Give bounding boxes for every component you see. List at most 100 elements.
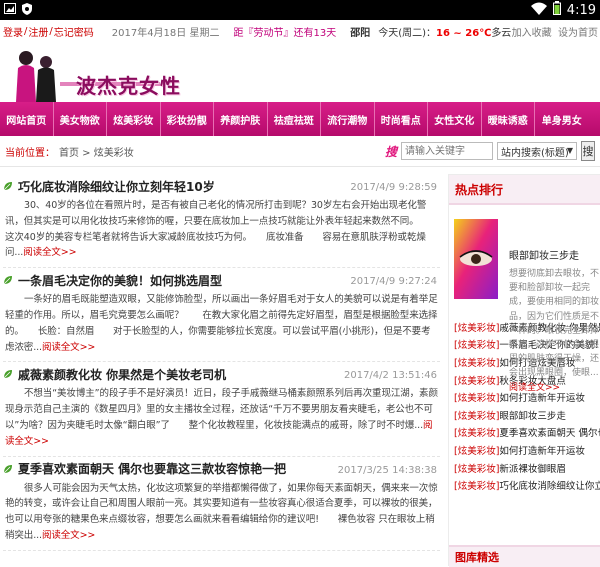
nav-home[interactable]: 网站首页 [0, 102, 54, 136]
hot-item-category[interactable]: [炫美彩妆] [454, 337, 499, 351]
featured-summary: 想要彻底卸去眼妆，不要和脸部卸妆一起完成，要使用相同的卸妆品，因为它们性质是不一… [509, 267, 600, 395]
featured-article: 眼部卸妆三步走 想要彻底卸去眼妆，不要和脸部卸妆一起完成，要使用相同的卸妆品，因… [449, 205, 600, 393]
hot-item-category[interactable]: [炫美彩妆] [454, 408, 499, 422]
banner: 波杰克女性 [0, 42, 600, 102]
hot-item-title[interactable]: 眼部卸妆三步走 [499, 408, 566, 422]
article-date: 2017/4/2 13:51:46 [343, 370, 437, 382]
weather-city: 邵阳 [350, 27, 371, 39]
search-area: 搜 站内搜索(标题)▼ 搜 [385, 140, 596, 162]
weather-prefix: 今天(周二)： [378, 27, 437, 39]
divider [0, 166, 600, 167]
status-bar: 4:19 [0, 0, 600, 20]
register-link[interactable]: 注册 [28, 24, 48, 39]
search-button[interactable]: 搜 [581, 141, 596, 161]
search-scope-select[interactable]: 站内搜索(标题) ▼ [497, 142, 578, 160]
list-item[interactable]: [炫美彩妆] 如何打造新年开运妆 [454, 441, 600, 459]
forgot-password-link[interactable]: 忘记密码 [54, 24, 94, 39]
leaf-icon [3, 464, 12, 473]
hot-item-title[interactable]: 夏季喜欢素面朝天 偶尔也要靠这 [499, 425, 600, 439]
add-favorite-link[interactable]: 加入收藏 [512, 28, 552, 39]
search-input[interactable] [401, 142, 494, 160]
nav-trends[interactable]: 流行潮物 [321, 102, 375, 136]
featured-summary-text: 想要彻底卸去眼妆，不要和脸部卸妆一起完成，要使用相同的卸妆品，因为它们性质是不一… [509, 269, 600, 379]
hot-item-category[interactable]: [炫美彩妆] [454, 461, 499, 475]
article-list: 巧化底妆消除细纹让你立刻年轻10岁 2017/4/9 9:28:59 30、40… [3, 174, 440, 551]
leaf-icon [3, 370, 12, 379]
article-date: 2017/4/9 9:28:59 [350, 182, 437, 193]
list-item: 一条眉毛决定你的美貌！如何挑选眉型 2017/4/9 9:27:24 一条好的眉… [3, 268, 440, 363]
list-item[interactable]: [炫美彩妆] 新派裸妆御眼眉 [454, 459, 600, 477]
read-more-link[interactable]: 阅读全文>> [42, 342, 95, 353]
article-title[interactable]: 戚薇素颜教化妆 你果然是个美妆老司机 [18, 366, 226, 383]
hot-item-category[interactable]: [炫美彩妆] [454, 373, 499, 387]
read-more-link[interactable]: 阅读全文>> [509, 383, 560, 393]
article-title[interactable]: 巧化底妆消除细纹让你立刻年轻10岁 [18, 178, 215, 195]
nav-skincare[interactable]: 养颜护肤 [214, 102, 268, 136]
list-item[interactable]: [炫美彩妆]巧化底妆消除细纹让你立刻年轻10岁 [454, 476, 600, 494]
main-nav: 网站首页 美女物欲 炫美彩妆 彩妆扮靓 养颜护肤 祛痘祛斑 流行潮物 时尚看点 … [0, 102, 600, 136]
status-time: 4:19 [566, 2, 596, 18]
hot-item-title[interactable]: 新派裸妆御眼眉 [499, 461, 566, 475]
nav-singles[interactable]: 单身男女 [535, 102, 589, 136]
nav-fashion[interactable]: 时尚看点 [375, 102, 428, 136]
wifi-icon [530, 2, 547, 19]
nav-acne[interactable]: 祛痘祛斑 [268, 102, 321, 136]
nav-makeup[interactable]: 炫美彩妆 [107, 102, 161, 136]
login-link[interactable]: 登录 [3, 24, 23, 39]
hot-item-category[interactable]: [炫美彩妆] [454, 425, 499, 439]
hot-item-title[interactable]: 巧化底妆消除细纹让你立刻年轻10岁 [499, 478, 600, 492]
list-item: 戚薇素颜教化妆 你果然是个美妆老司机 2017/4/2 13:51:46 不想当… [3, 362, 440, 457]
nav-culture[interactable]: 女性文化 [428, 102, 482, 136]
article-title[interactable]: 夏季喜欢素面朝天 偶尔也要靠这三款妆容惊艳一把 [18, 460, 286, 477]
shield-icon [22, 2, 32, 18]
read-more-link[interactable]: 阅读全文>> [42, 530, 95, 541]
featured-eye-makeup-image[interactable] [454, 219, 498, 299]
article-summary: 不想当“美妆博主”的段子手不是好演员！近日，段子手戚薇继马桶素颜照系列后再次重现… [3, 386, 440, 455]
current-date: 2017年4月18日 星期二 [111, 27, 220, 39]
battery-icon [552, 1, 561, 19]
separator: / [49, 25, 53, 37]
search-logo-icon: 搜 [385, 144, 398, 159]
holiday-countdown: 距『劳动节』还有13天 [233, 27, 337, 39]
article-summary-text: 不想当“美妆博主”的段子手不是好演员！近日，段子手戚薇继马桶素颜照系列后再次重现… [5, 388, 438, 431]
hot-item-category[interactable]: [炫美彩妆] [454, 443, 499, 457]
site-logo[interactable]: 波杰克女性 [76, 70, 181, 99]
top-right-links: 加入收藏 设为首页 [512, 24, 598, 39]
breadcrumb-path[interactable]: 首页 > 炫美彩妆 [59, 144, 134, 159]
list-item: 夏季喜欢素面朝天 偶尔也要靠这三款妆容惊艳一把 2017/3/25 14:38:… [3, 457, 440, 551]
separator: / [24, 25, 28, 37]
nav-temptation[interactable]: 暧昧诱惑 [482, 102, 535, 136]
hot-item-category[interactable]: [炫美彩妆] [454, 390, 499, 404]
article-summary: 30、40岁的各位在看照片时，是否有被自己老化的情况所打击到呢？30岁左右会开始… [3, 198, 440, 267]
article-date: 2017/4/9 9:27:24 [350, 276, 437, 288]
list-item: 巧化底妆消除细纹让你立刻年轻10岁 2017/4/9 9:28:59 30、40… [3, 174, 440, 269]
article-date: 2017/3/25 14:38:38 [337, 464, 437, 476]
weather-info: 今天(周二)：16 ~ 26℃多云 [378, 24, 511, 39]
article-title[interactable]: 一条眉毛决定你的美貌！如何挑选眉型 [18, 272, 222, 289]
article-summary: 很多人可能会因为天气太热，化妆这项繁复的举措都懒得做了，如果你每天素面朝天，偶来… [3, 481, 440, 550]
weather-desc: 多云 [491, 27, 512, 39]
breadcrumb-label: 当前位置： [5, 147, 55, 159]
gallery-title: 图库精选 [449, 545, 600, 567]
nav-beauty-desire[interactable]: 美女物欲 [54, 102, 107, 136]
hot-item-title[interactable]: 如何打造新年开运妆 [499, 443, 585, 457]
hot-item-category[interactable]: [炫美彩妆] [454, 478, 499, 492]
hot-item-category[interactable]: [炫美彩妆] [454, 320, 499, 334]
sidebar: 热点排行 眼部卸妆三步走 想要彻底卸去眼妆，不要和脸部卸妆一起完成，要使用相同的… [448, 174, 600, 567]
hot-item-category[interactable]: [炫美彩妆] [454, 355, 499, 369]
search-scope-value: 站内搜索(标题) [501, 147, 569, 159]
chevron-down-icon: ▼ [566, 146, 574, 155]
leaf-icon [3, 276, 12, 285]
list-item[interactable]: [炫美彩妆]夏季喜欢素面朝天 偶尔也要靠这 [454, 424, 600, 442]
picture-icon [4, 3, 16, 17]
article-summary: 一条好的眉毛既能塑造双眼，又能修饰脸型，所以画出一条好眉毛对于女人的美貌可以说是… [3, 292, 440, 361]
list-item[interactable]: [炫美彩妆] 眼部卸妆三步走 [454, 406, 600, 424]
leaf-icon [3, 182, 12, 191]
set-homepage-link[interactable]: 设为首页 [558, 28, 598, 39]
read-more-link[interactable]: 阅读全文>> [23, 247, 76, 258]
logo-figure-image [8, 48, 62, 102]
weather-temp: 16 ~ 26℃ [436, 27, 492, 39]
featured-title[interactable]: 眼部卸妆三步走 [509, 247, 579, 262]
nav-makeup-style[interactable]: 彩妆扮靓 [161, 102, 214, 136]
sidebar-title: 热点排行 [449, 175, 600, 205]
